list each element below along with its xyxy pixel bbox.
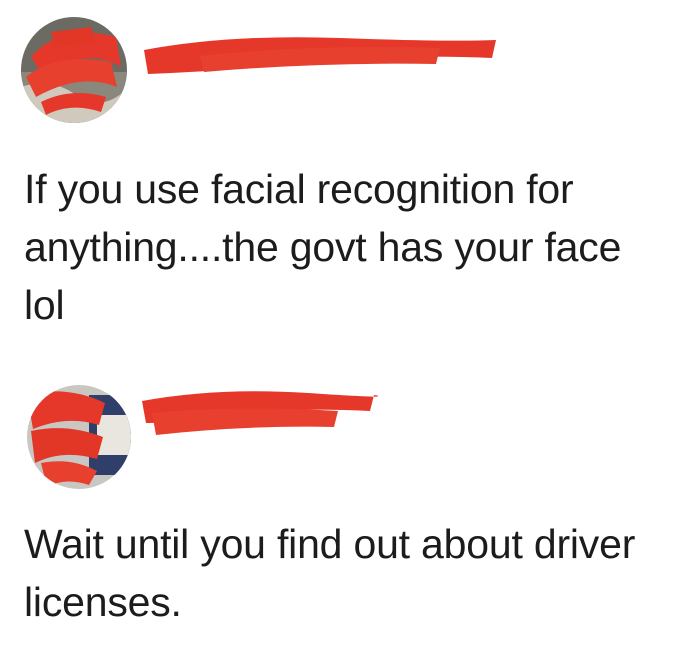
avatar-redacted[interactable] [27, 385, 131, 489]
username-redacted[interactable] [138, 383, 378, 437]
comment-1: If you use facial recognition for anythi… [0, 0, 700, 360]
redaction-scribble-icon [144, 37, 496, 74]
avatar-redacted[interactable] [21, 17, 127, 123]
username-redacted[interactable] [140, 28, 500, 84]
comment-2: Wait until you find out about driver lic… [0, 365, 700, 655]
comment-text: If you use facial recognition for anythi… [24, 166, 622, 328]
redacted-avatar-icon [21, 17, 127, 123]
redacted-avatar-icon [27, 385, 131, 489]
redaction-scribble-icon [142, 391, 378, 435]
comment-text: Wait until you find out about driver lic… [24, 521, 636, 625]
